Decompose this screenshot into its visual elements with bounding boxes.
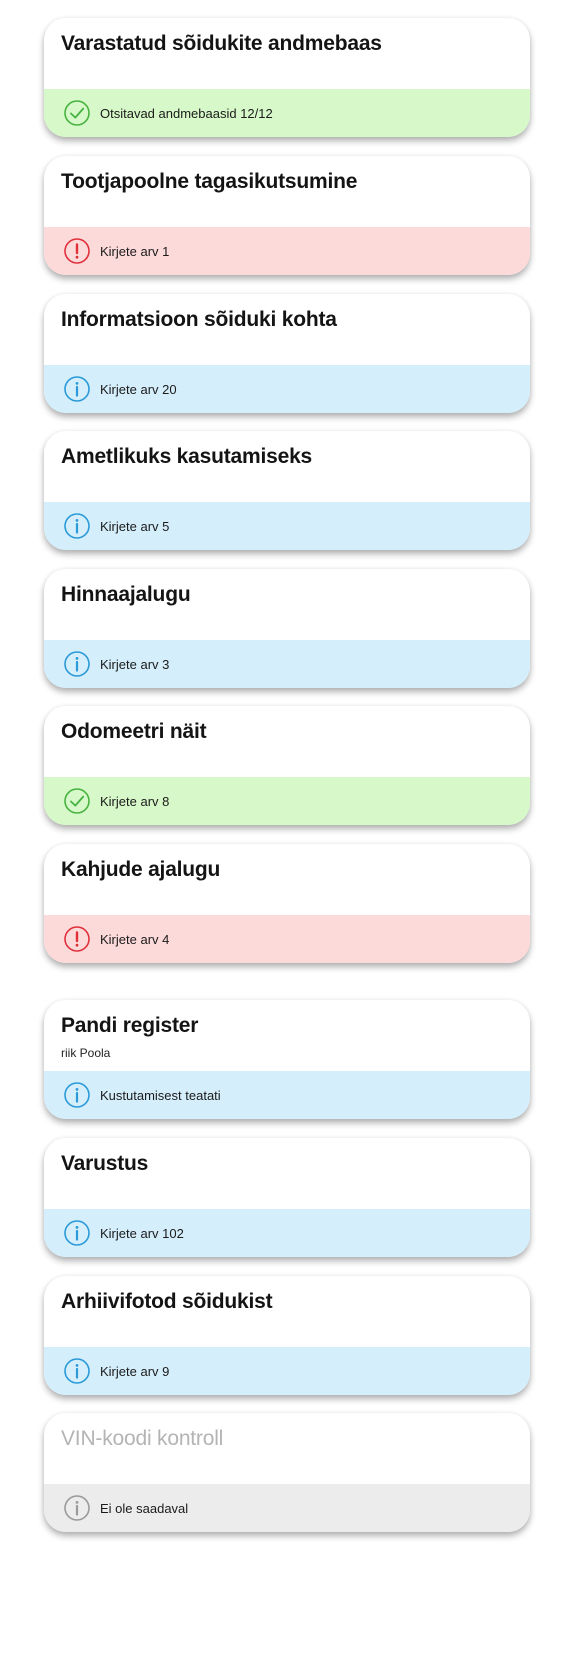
card-title: Tootjapoolne tagasikutsumine [61,170,358,193]
card-title: Varustus [61,1152,149,1175]
status-text: Kirjete arv 20 [100,381,177,397]
info-icon [64,1220,90,1246]
status-bar: Kirjete arv 1 [44,227,530,275]
status-bar: Kustutamisest teatati [44,1071,530,1119]
card-title: Ametlikuks kasutamiseks [61,445,313,468]
status-text: Kirjete arv 3 [100,656,170,672]
card-vehicle-information[interactable]: Informatsioon sõiduki kohta Kirjete arv … [44,294,530,413]
card-pledge-register[interactable]: Pandi register riik Poola Kustutamisest … [44,1000,530,1119]
status-bar: Ei ole saadaval [44,1484,530,1532]
card-title: Odomeetri näit [61,720,207,743]
card-archive-photos[interactable]: Arhiivifotod sõidukist Kirjete arv 9 [44,1276,530,1395]
info-icon [64,1495,90,1521]
status-bar: Kirjete arv 3 [44,640,530,688]
info-icon [64,376,90,402]
check-icon [64,788,90,814]
status-text: Kirjete arv 102 [100,1225,184,1241]
card-official-use[interactable]: Ametlikuks kasutamiseks Kirjete arv 5 [44,431,530,550]
card-price-history[interactable]: Hinnaajalugu Kirjete arv 3 [44,569,530,688]
status-bar: Kirjete arv 5 [44,502,530,550]
status-text: Kirjete arv 5 [100,518,170,534]
card-subtitle: riik Poola [61,1046,111,1060]
info-icon [64,1082,90,1108]
info-icon [64,651,90,677]
status-text: Otsitavad andmebaasid 12/12 [100,105,273,121]
card-title: VIN-koodi kontroll [61,1427,224,1450]
card-title: Pandi register [61,1014,199,1037]
card-damage-history[interactable]: Kahjude ajalugu Kirjete arv 4 [44,844,530,963]
card-title: Arhiivifotod sõidukist [61,1290,273,1313]
status-bar: Kirjete arv 9 [44,1347,530,1395]
card-title: Kahjude ajalugu [61,858,221,881]
exclamation-icon [64,238,90,264]
card-odometer-reading[interactable]: Odomeetri näit Kirjete arv 8 [44,706,530,825]
status-text: Kirjete arv 9 [100,1363,170,1379]
status-bar: Kirjete arv 8 [44,777,530,825]
status-bar: Kirjete arv 20 [44,365,530,413]
check-icon [64,100,90,126]
info-icon [64,513,90,539]
card-title: Informatsioon sõiduki kohta [61,308,337,331]
status-text: Kirjete arv 8 [100,793,170,809]
exclamation-icon [64,926,90,952]
card-stolen-vehicles-db[interactable]: Varastatud sõidukite andmebaas Otsitavad… [44,18,530,137]
status-bar: Kirjete arv 102 [44,1209,530,1257]
status-text: Ei ole saadaval [100,1500,189,1516]
card-title: Varastatud sõidukite andmebaas [61,32,382,55]
status-text: Kirjete arv 1 [100,243,170,259]
card-equipment[interactable]: Varustus Kirjete arv 102 [44,1138,530,1257]
status-bar: Otsitavad andmebaasid 12/12 [44,89,530,137]
info-icon [64,1358,90,1384]
card-title: Hinnaajalugu [61,583,191,606]
card-manufacturer-recall[interactable]: Tootjapoolne tagasikutsumine Kirjete arv… [44,156,530,275]
status-text: Kustutamisest teatati [100,1087,221,1103]
status-text: Kirjete arv 4 [100,931,170,947]
card-vin-check: VIN-koodi kontroll Ei ole saadaval [44,1413,530,1532]
status-bar: Kirjete arv 4 [44,915,530,963]
